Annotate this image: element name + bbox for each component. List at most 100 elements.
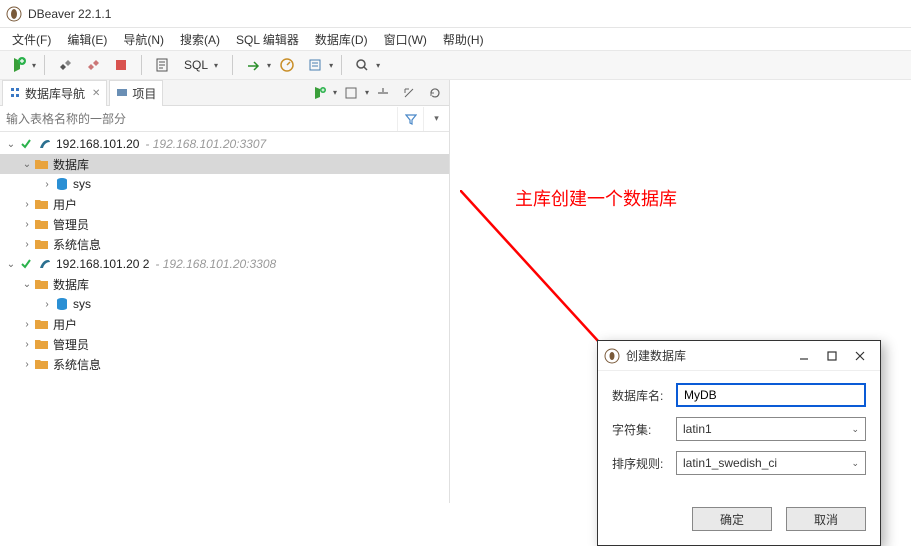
tree-admins[interactable]: › 管理员: [0, 214, 449, 234]
sql-label: SQL: [184, 58, 208, 72]
expand-toggle[interactable]: ⌄: [20, 279, 34, 290]
tree-label: 系统信息: [53, 356, 101, 373]
expand-toggle[interactable]: ›: [20, 219, 34, 230]
toolbar-separator: [341, 55, 342, 75]
right-pane: 主库创建一个数据库 创建数据库 数据库名: 字符集:: [450, 80, 911, 503]
expand-toggle[interactable]: ›: [20, 199, 34, 210]
refresh-icon[interactable]: [423, 81, 447, 105]
folder-icon: [34, 336, 50, 352]
database-icon: [54, 296, 70, 312]
menu-edit[interactable]: 编辑(E): [59, 29, 115, 50]
menu-navigate[interactable]: 导航(N): [115, 29, 172, 50]
tab-database-navigator[interactable]: 数据库导航 ✕: [2, 80, 107, 106]
annotation-text: 主库创建一个数据库: [515, 185, 677, 211]
titlebar: DBeaver 22.1.1: [0, 0, 911, 28]
tab-projects[interactable]: 项目: [109, 80, 163, 106]
connect-icon[interactable]: [53, 53, 77, 77]
collapse-icon[interactable]: [371, 81, 395, 105]
tree-icon: [9, 86, 21, 101]
new-conn-mini-button[interactable]: ▾: [307, 81, 337, 105]
database-icon: [54, 176, 70, 192]
stop-icon[interactable]: [109, 53, 133, 77]
filter-funnel-icon[interactable]: [397, 107, 423, 131]
tree-desc: - 192.168.101.20:3307: [145, 137, 266, 151]
expand-toggle[interactable]: ›: [40, 299, 54, 310]
dialog-titlebar: 创建数据库: [598, 341, 880, 371]
close-icon[interactable]: ✕: [92, 88, 100, 99]
tree-connection[interactable]: ⌄ 192.168.101.20 2 - 192.168.101.20:3308: [0, 254, 449, 274]
dashboard-icon[interactable]: [275, 53, 299, 77]
expand-toggle[interactable]: ›: [20, 239, 34, 250]
new-connection-button[interactable]: ▾: [6, 53, 36, 77]
minimize-icon[interactable]: [790, 344, 818, 368]
expand-toggle[interactable]: ›: [40, 179, 54, 190]
expand-toggle[interactable]: ›: [20, 359, 34, 370]
menu-window[interactable]: 窗口(W): [376, 29, 435, 50]
menu-sql-editor[interactable]: SQL 编辑器: [228, 29, 307, 50]
calc-button[interactable]: ▾: [303, 53, 333, 77]
expand-toggle[interactable]: ›: [20, 339, 34, 350]
tree-databases[interactable]: ⌄ 数据库: [0, 274, 449, 294]
tree-label: 192.168.101.20 2: [56, 257, 149, 271]
menu-help[interactable]: 帮助(H): [435, 29, 492, 50]
menu-file[interactable]: 文件(F): [4, 29, 59, 50]
tree-label: sys: [73, 177, 91, 191]
tree-sysinfo[interactable]: › 系统信息: [0, 354, 449, 374]
folder-icon: [34, 196, 50, 212]
disconnect-icon[interactable]: [81, 53, 105, 77]
link-editor-icon[interactable]: [397, 81, 421, 105]
expand-toggle[interactable]: ⌄: [4, 139, 18, 150]
folder-icon: [34, 156, 50, 172]
tree-databases[interactable]: ⌄ 数据库: [0, 154, 449, 174]
tree-label: 管理员: [53, 336, 89, 353]
close-icon[interactable]: [846, 344, 874, 368]
dialog-body: 数据库名: 字符集: latin1 ⌄ 排序规则: latin1_swedish…: [598, 371, 880, 497]
chevron-down-icon: ⌄: [851, 424, 859, 435]
tree-label: 系统信息: [53, 236, 101, 253]
tab-label: 项目: [132, 85, 156, 102]
filter-menu-icon[interactable]: ▾: [423, 107, 449, 131]
folder-icon: [34, 216, 50, 232]
collation-select[interactable]: latin1_swedish_ci ⌄: [676, 451, 866, 475]
filter-bar: ▾: [0, 106, 449, 132]
sql-editor-button[interactable]: SQL ▾: [178, 53, 224, 77]
left-pane: 数据库导航 ✕ 项目 ▾ ▾ ▾ ⌄: [0, 80, 450, 503]
project-icon: [116, 86, 128, 101]
tree-users[interactable]: › 用户: [0, 194, 449, 214]
tree-label: 数据库: [53, 276, 89, 293]
expand-toggle[interactable]: ⌄: [4, 259, 18, 270]
tree-sysinfo[interactable]: › 系统信息: [0, 234, 449, 254]
tree-connection[interactable]: ⌄ 192.168.101.20 - 192.168.101.20:3307: [0, 134, 449, 154]
expand-toggle[interactable]: ⌄: [20, 159, 34, 170]
charset-select[interactable]: latin1 ⌄: [676, 417, 866, 441]
menu-database[interactable]: 数据库(D): [307, 29, 376, 50]
filter-input[interactable]: [0, 108, 397, 130]
menu-search[interactable]: 搜索(A): [172, 29, 228, 50]
commit-button[interactable]: ▾: [241, 53, 271, 77]
tree-db-sys[interactable]: › sys: [0, 294, 449, 314]
app-logo-icon: [6, 6, 22, 22]
tree-db-sys[interactable]: › sys: [0, 174, 449, 194]
tree-label: 192.168.101.20: [56, 137, 139, 151]
field-label-name: 数据库名:: [612, 387, 676, 404]
expand-toggle[interactable]: ›: [20, 319, 34, 330]
tree-label: 用户: [53, 316, 77, 333]
tree-label: 用户: [53, 196, 77, 213]
search-button[interactable]: ▾: [350, 53, 380, 77]
cancel-button[interactable]: 取消: [786, 507, 866, 531]
field-label-charset: 字符集:: [612, 421, 676, 438]
tree-users[interactable]: › 用户: [0, 314, 449, 334]
toolbar-separator: [232, 55, 233, 75]
tree-admins[interactable]: › 管理员: [0, 334, 449, 354]
create-database-dialog: 创建数据库 数据库名: 字符集: latin1 ⌄ 排: [597, 340, 881, 546]
view-mode-button[interactable]: ▾: [339, 81, 369, 105]
maximize-icon[interactable]: [818, 344, 846, 368]
folder-icon: [34, 316, 50, 332]
check-icon: [18, 256, 34, 272]
navigator-tabs: 数据库导航 ✕ 项目 ▾ ▾: [0, 80, 449, 106]
ok-button[interactable]: 确定: [692, 507, 772, 531]
tree-label: sys: [73, 297, 91, 311]
dialog-footer: 确定 取消: [598, 497, 880, 545]
db-name-input[interactable]: [676, 383, 866, 407]
script-icon[interactable]: [150, 53, 174, 77]
